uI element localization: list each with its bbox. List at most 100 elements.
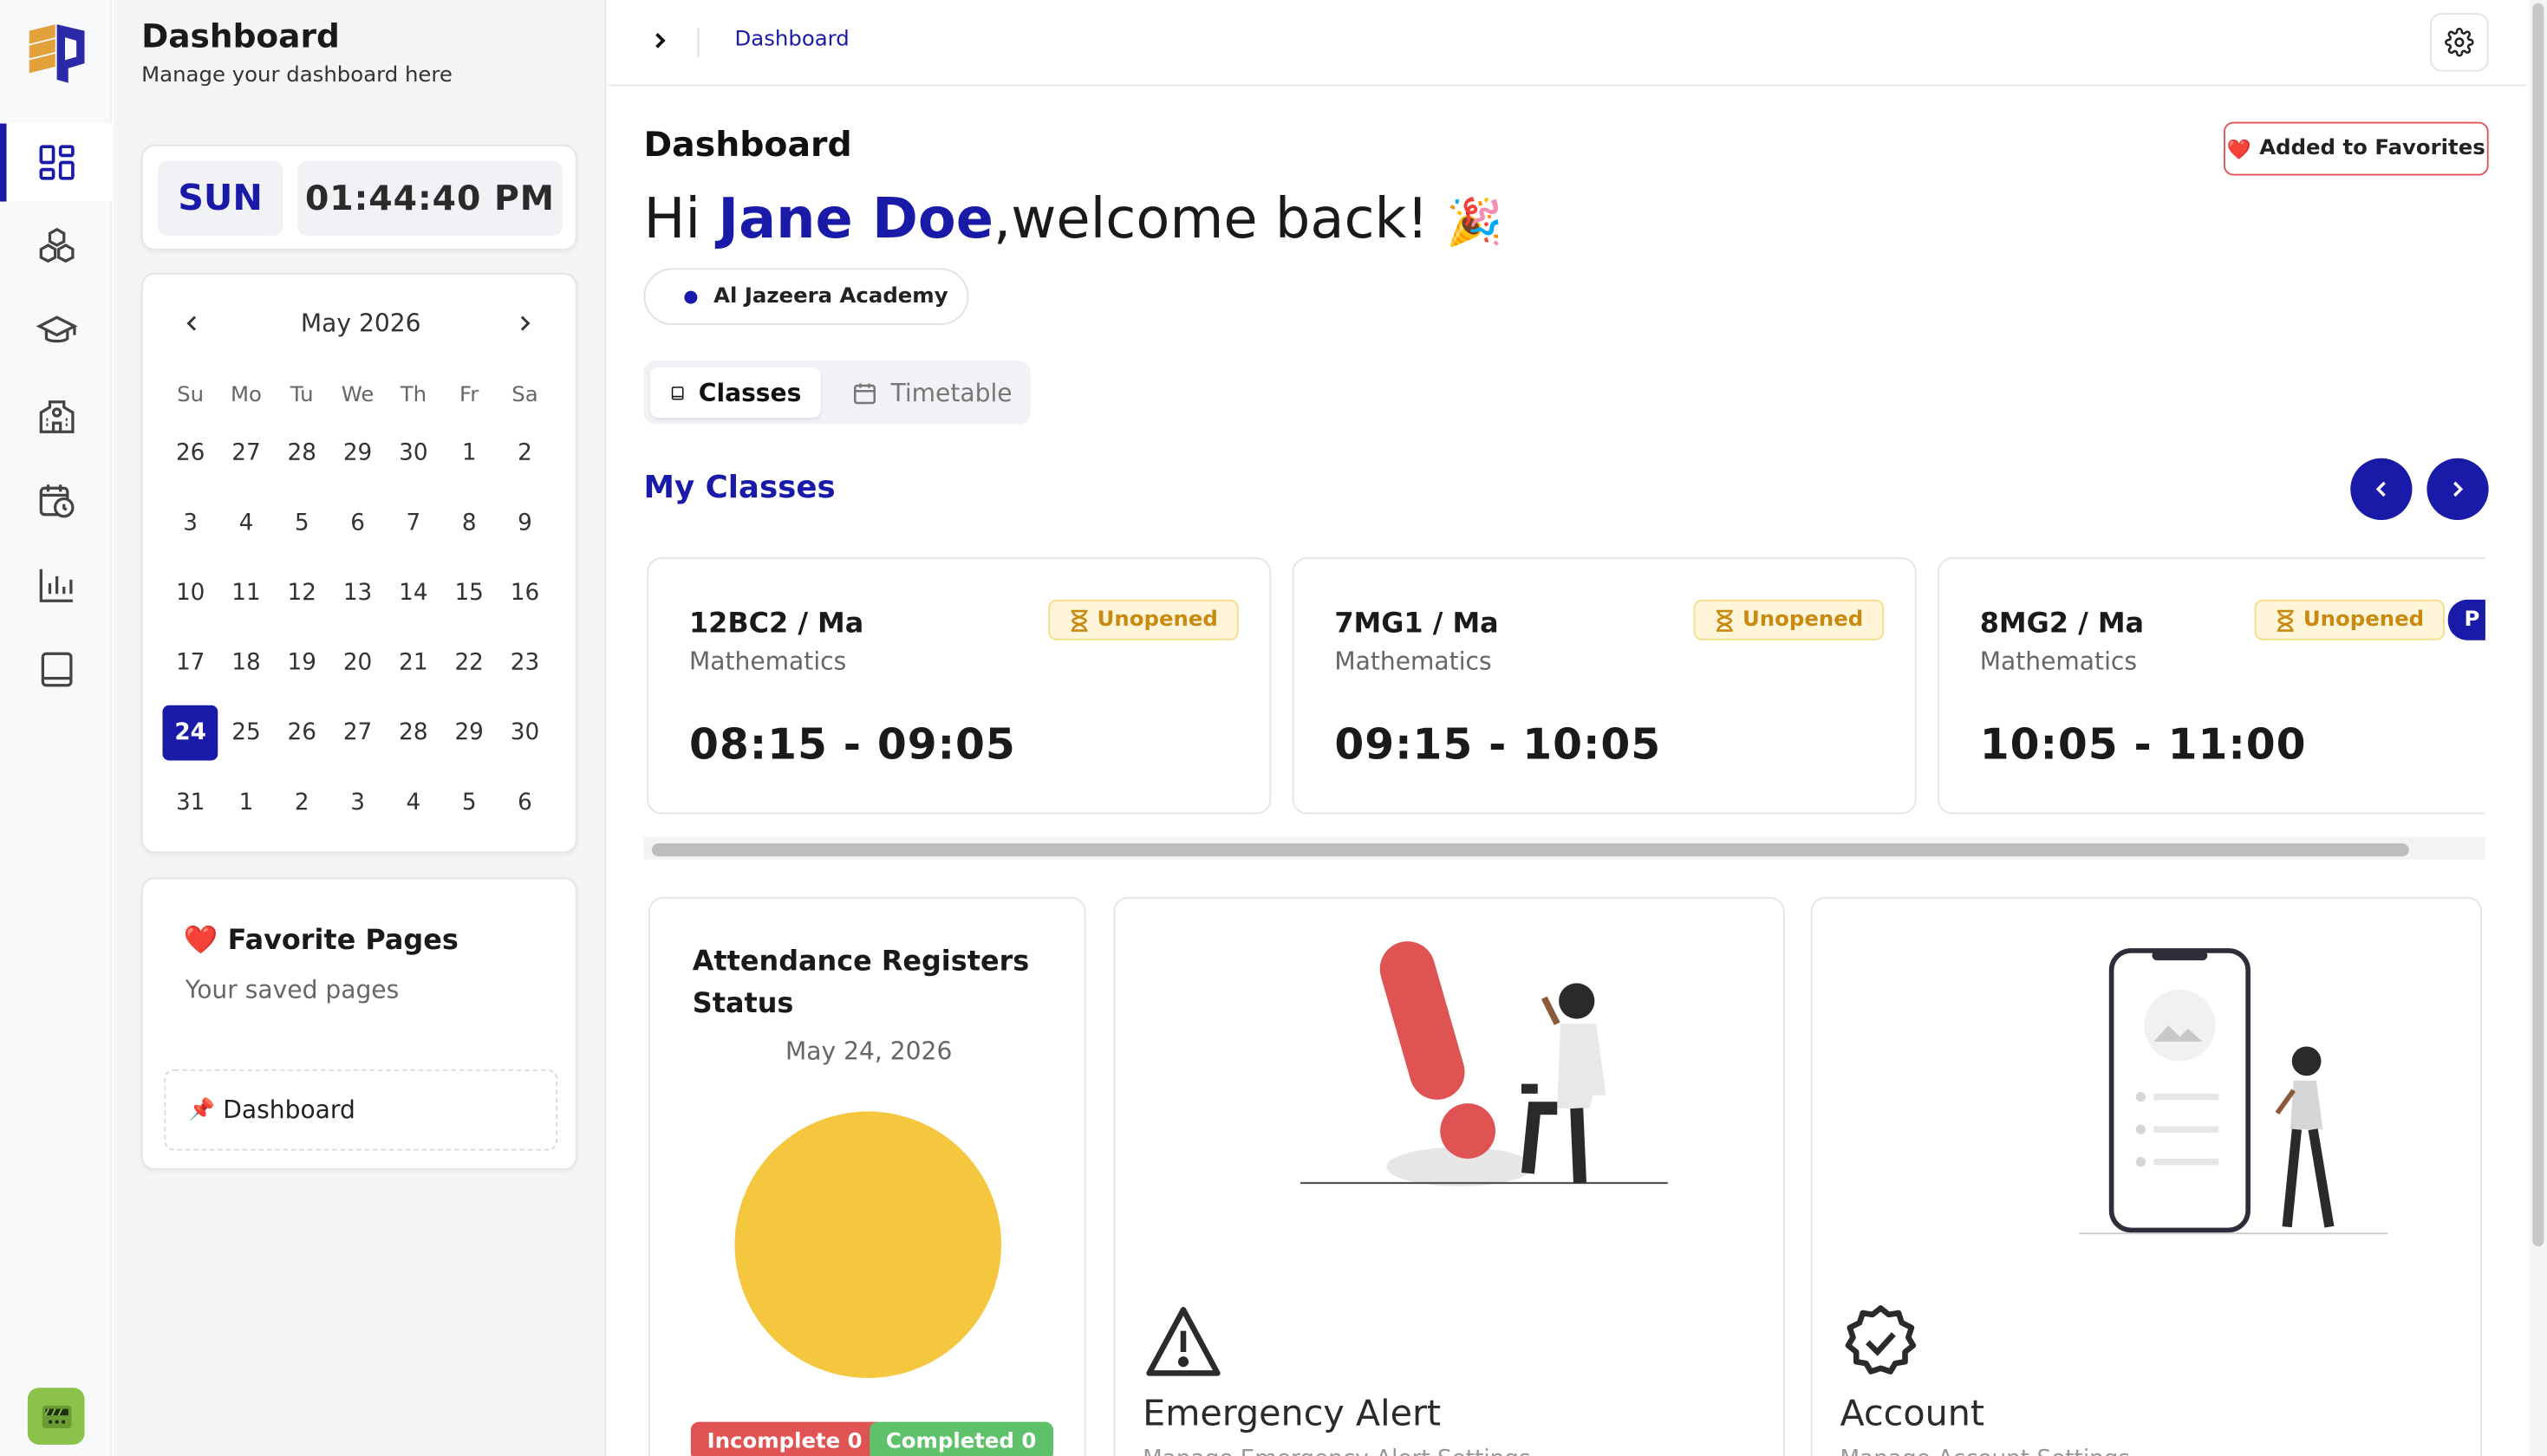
classes-prev-button[interactable] — [2350, 458, 2413, 520]
nav-academics[interactable] — [0, 293, 112, 371]
calendar-next-button[interactable] — [509, 307, 542, 340]
calendar-day[interactable]: 3 — [329, 774, 385, 829]
status-badge: Unopened — [1693, 599, 1885, 640]
calendar-day[interactable]: 14 — [386, 565, 441, 621]
calendar-day[interactable]: 8 — [441, 495, 497, 550]
calendar-day[interactable]: 26 — [274, 705, 329, 760]
party-icon: 🎉 — [1446, 195, 1503, 249]
account-card[interactable]: Account Manage Account Settings — [1810, 897, 2483, 1456]
calendar-day[interactable]: 17 — [163, 634, 218, 690]
calendar-day[interactable]: 20 — [329, 634, 385, 690]
classes-carousel: 12BC2 / Ma Mathematics 08:15 - 09:05 Uno… — [644, 554, 2485, 821]
calendar-icon — [854, 382, 876, 404]
class-card[interactable]: 8MG2 / Ma Mathematics 10:05 - 11:00 Unop… — [1938, 557, 2485, 815]
calendar-day[interactable]: 21 — [386, 634, 441, 690]
incomplete-badge: Incomplete 0 — [690, 1421, 879, 1456]
tab-timetable[interactable]: Timetable — [832, 367, 1032, 418]
book-icon — [671, 386, 684, 400]
calendar-day[interactable]: 4 — [218, 495, 274, 550]
class-card[interactable]: 7MG1 / Ma Mathematics 09:15 - 10:05 Unop… — [1292, 557, 1917, 815]
calendar-day[interactable]: 25 — [218, 705, 274, 760]
logo-icon[interactable] — [26, 24, 88, 83]
chart-icon — [38, 569, 72, 602]
favorite-item[interactable]: 📌 Dashboard — [164, 1069, 558, 1151]
vertical-scrollbar[interactable] — [2529, 0, 2547, 1456]
graduation-cap-icon — [35, 315, 77, 343]
page-title: Dashboard — [643, 125, 852, 165]
feature-title: Account — [1840, 1394, 1985, 1435]
calendar-day[interactable]: 30 — [386, 425, 441, 480]
calendar-day[interactable]: 2 — [274, 774, 329, 829]
class-code: 12BC2 / Ma — [689, 608, 864, 640]
nav-school[interactable] — [0, 377, 112, 455]
favorites-card: ❤️ Favorite Pages Your saved pages 📌 Das… — [141, 877, 577, 1170]
calendar-day[interactable]: 26 — [163, 425, 218, 480]
calendar-day[interactable]: 29 — [329, 425, 385, 480]
class-code: 8MG2 / Ma — [1979, 608, 2145, 640]
added-to-favorites-button[interactable]: ❤️ Added to Favorites — [2224, 121, 2489, 176]
class-card[interactable]: 12BC2 / Ma Mathematics 08:15 - 09:05 Uno… — [647, 557, 1272, 815]
emergency-illustration — [1300, 941, 1668, 1186]
calendar-week: 10 11 12 13 14 15 16 — [163, 557, 560, 627]
dashboard-icon — [38, 145, 74, 180]
calendar-day[interactable]: 7 — [386, 495, 441, 550]
calendar-day[interactable]: 23 — [497, 634, 552, 690]
calendar-day[interactable]: 13 — [329, 565, 385, 621]
calendar-day[interactable]: 29 — [441, 705, 497, 760]
class-subject: Mathematics — [689, 647, 847, 676]
app-switcher-icon[interactable] — [27, 1388, 85, 1445]
calendar-day[interactable]: 6 — [497, 774, 552, 829]
nav-library[interactable] — [0, 631, 112, 709]
status-badge: Unopened — [2254, 599, 2446, 640]
calendar-day[interactable]: 5 — [274, 495, 329, 550]
welcome-message: Hi Jane Doe,welcome back! 🎉 — [643, 186, 1503, 252]
calendar-day[interactable]: 1 — [441, 425, 497, 480]
calendar-day[interactable]: 30 — [497, 705, 552, 760]
calendar-day[interactable]: 28 — [274, 425, 329, 480]
nav-dashboard[interactable] — [0, 123, 113, 202]
calendar-day[interactable]: 27 — [329, 705, 385, 760]
class-time: 09:15 - 10:05 — [1334, 721, 1662, 770]
calendar-day[interactable]: 2 — [497, 425, 552, 480]
calendar-day[interactable]: 27 — [218, 425, 274, 480]
calendar-day[interactable]: 4 — [386, 774, 441, 829]
nav-reports[interactable] — [0, 546, 112, 624]
breadcrumb[interactable]: Dashboard — [735, 28, 850, 52]
classes-scrollbar[interactable] — [643, 836, 2485, 860]
feature-subtitle: Manage Emergency Alert Settings — [1143, 1446, 1531, 1456]
tab-classes[interactable]: Classes — [650, 367, 821, 418]
calendar-day[interactable]: 15 — [441, 565, 497, 621]
calendar-day[interactable]: 28 — [386, 705, 441, 760]
calendar-day[interactable]: 18 — [218, 634, 274, 690]
pin-icon: 📌 — [188, 1097, 215, 1122]
calendar-weekday: Su — [177, 383, 205, 408]
expand-sidebar-button[interactable] — [644, 24, 677, 57]
attendance-pie-chart — [734, 1111, 1001, 1378]
panel-title: Dashboard — [141, 16, 340, 55]
emergency-alert-card[interactable]: Emergency Alert Manage Emergency Alert S… — [1113, 897, 1785, 1456]
calendar-day[interactable]: 6 — [329, 495, 385, 550]
calendar-day[interactable]: 1 — [218, 774, 274, 829]
calendar-day[interactable]: 16 — [497, 565, 552, 621]
status-badge: Unopened — [1048, 599, 1240, 640]
calendar-day[interactable]: 19 — [274, 634, 329, 690]
calendar-day[interactable]: 31 — [163, 774, 218, 829]
school-selector[interactable]: Al Jazeera Academy — [643, 268, 969, 325]
warning-icon — [1146, 1306, 1221, 1376]
calendar-day[interactable]: 12 — [274, 565, 329, 621]
calendar-week: 26 27 28 29 30 1 2 — [163, 418, 560, 488]
calendar-day[interactable]: 10 — [163, 565, 218, 621]
calendar-day[interactable]: 3 — [163, 495, 218, 550]
classes-next-button[interactable] — [2426, 458, 2489, 520]
attendance-card: Attendance Registers Status May 24, 2026… — [648, 897, 1086, 1456]
calendar-day[interactable]: 24 — [162, 704, 218, 760]
nav-modules[interactable] — [0, 208, 112, 286]
favorites-title: ❤️ Favorite Pages — [183, 924, 459, 958]
nav-schedule[interactable] — [0, 462, 112, 540]
calendar-day[interactable]: 5 — [441, 774, 497, 829]
calendar-day[interactable]: 11 — [218, 565, 274, 621]
calendar-day[interactable]: 9 — [497, 495, 552, 550]
settings-button[interactable] — [2430, 13, 2489, 72]
calendar: May 2026 Su Mo Tu We Th Fr Sa 26 27 28 29 30 1 2 3 4 5 6 7… — [141, 273, 577, 854]
calendar-day[interactable]: 22 — [441, 634, 497, 690]
